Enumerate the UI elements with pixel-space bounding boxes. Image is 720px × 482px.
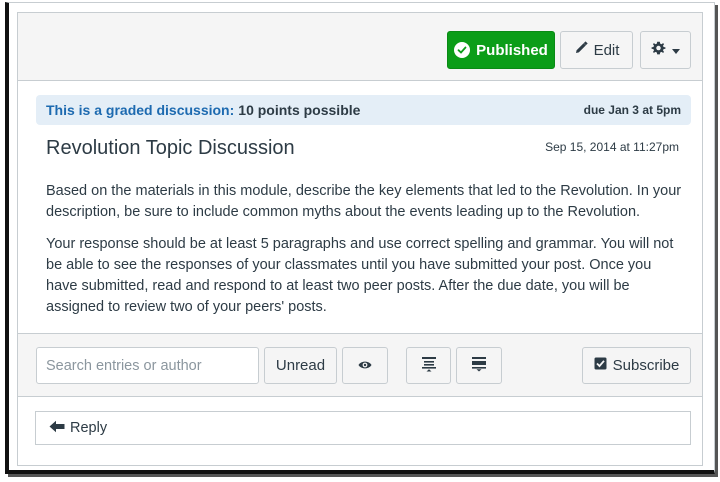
published-button[interactable]: Published xyxy=(447,31,555,69)
unread-button[interactable]: Unread xyxy=(264,347,337,384)
chevron-down-icon xyxy=(672,42,680,59)
pencil-icon xyxy=(574,41,588,59)
edit-button[interactable]: Edit xyxy=(560,31,633,69)
discussion-toolbar: Published Edit xyxy=(18,13,702,81)
mark-all-read-button[interactable] xyxy=(342,347,388,384)
settings-menu-button[interactable] xyxy=(640,31,691,69)
discussion-title: Revolution Topic Discussion xyxy=(46,137,295,159)
search-input[interactable] xyxy=(36,347,259,384)
checkbox-checked-icon xyxy=(594,357,607,374)
reply-button[interactable]: Reply xyxy=(35,411,691,445)
graded-discussion-link[interactable]: This is a graded discussion: xyxy=(46,102,234,118)
discussion-panel: Published Edit This is a graded discussi… xyxy=(17,12,703,466)
edit-label: Edit xyxy=(593,41,620,59)
body-paragraph: Based on the materials in this module, d… xyxy=(46,183,682,220)
reply-label: Reply xyxy=(70,420,108,436)
collapse-threads-button[interactable] xyxy=(456,347,502,384)
reply-arrow-icon xyxy=(49,420,65,437)
published-label: Published xyxy=(476,41,548,59)
check-circle-icon xyxy=(454,42,471,58)
collapse-icon xyxy=(471,356,487,376)
unread-label: Unread xyxy=(275,357,326,374)
post-timestamp: Sep 15, 2014 at 11:27pm xyxy=(545,140,679,154)
graded-info-bar: This is a graded discussion: 10 points p… xyxy=(36,95,691,125)
discussion-body: Based on the materials in this module, d… xyxy=(46,181,686,329)
subscribe-label: Subscribe xyxy=(612,357,680,374)
body-paragraph: Your response should be at least 5 parag… xyxy=(46,236,674,315)
gear-icon xyxy=(651,41,666,60)
expand-icon xyxy=(421,356,437,376)
points-possible: 10 points possible xyxy=(238,102,361,118)
subscribe-button[interactable]: Subscribe xyxy=(582,347,691,384)
eye-icon xyxy=(358,357,372,374)
expand-threads-button[interactable] xyxy=(406,347,451,384)
due-date: due Jan 3 at 5pm xyxy=(583,103,681,117)
discussion-filter-bar: Unread Subscribe xyxy=(18,333,702,397)
